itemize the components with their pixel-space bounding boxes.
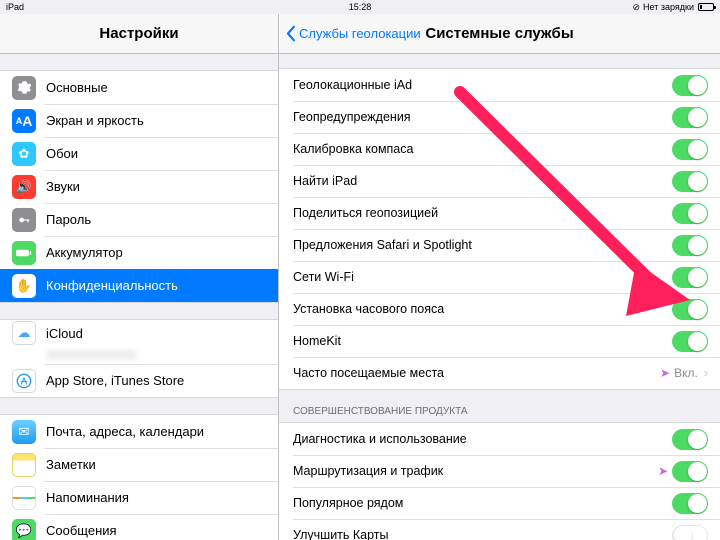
settings-sidebar: Настройки Основные AA Экран и яркость ✿ …	[0, 14, 279, 540]
switch-diagnostics[interactable]	[672, 429, 708, 450]
row-improve-maps[interactable]: Улучшить Карты	[279, 519, 720, 540]
sidebar-scroll[interactable]: Основные AA Экран и яркость ✿ Обои 🔊 Зву…	[0, 54, 278, 540]
sidebar-item-label: App Store, iTunes Store	[46, 373, 266, 388]
gear-icon	[12, 76, 36, 100]
sidebar-item-label: Обои	[46, 146, 266, 161]
sidebar-item-label: Аккумулятор	[46, 245, 266, 260]
sidebar-item-mail[interactable]: ✉ Почта, адреса, календари	[0, 415, 278, 448]
icloud-account-label	[46, 350, 136, 360]
status-bar: iPad 15:28 ⊘ Нет зарядки	[0, 0, 720, 14]
row-geoalerts[interactable]: Геопредупреждения	[279, 101, 720, 133]
sidebar-item-display[interactable]: AA Экран и яркость	[0, 104, 278, 137]
sidebar-item-label: Конфиденциальность	[46, 278, 266, 293]
sidebar-item-label: iCloud	[46, 326, 266, 341]
mail-icon: ✉	[12, 420, 36, 444]
row-findmy[interactable]: Найти iPad	[279, 165, 720, 197]
switch-homekit[interactable]	[672, 331, 708, 352]
sidebar-item-label: Заметки	[46, 457, 266, 472]
hand-icon: ✋	[12, 274, 36, 298]
charge-label: Нет зарядки	[643, 2, 694, 12]
row-routing-traffic[interactable]: Маршрутизация и трафик➤	[279, 455, 720, 487]
device-label: iPad	[6, 2, 24, 12]
sidebar-item-reminders[interactable]: Напоминания	[0, 481, 278, 514]
appstore-icon	[12, 369, 36, 393]
cloud-icon: ☁	[12, 321, 36, 345]
row-sharelocation[interactable]: Поделиться геопозицией	[279, 197, 720, 229]
switch-wifi[interactable]	[672, 267, 708, 288]
section-header-product-improvement: СОВЕРШЕНСТВОВАНИЕ ПРОДУКТА	[279, 390, 720, 422]
sidebar-item-label: Напоминания	[46, 490, 266, 505]
detail-pane: Службы геолокации Системные службы Геоло…	[279, 14, 720, 540]
sidebar-title: Настройки	[99, 25, 178, 42]
switch-routing-traffic[interactable]	[672, 461, 708, 482]
location-arrow-icon: ➤	[658, 464, 668, 478]
sidebar-item-notes[interactable]: Заметки	[0, 448, 278, 481]
switch-safari-spotlight[interactable]	[672, 235, 708, 256]
sidebar-item-appstore[interactable]: App Store, iTunes Store	[0, 364, 278, 397]
sidebar-item-general[interactable]: Основные	[0, 71, 278, 104]
switch-sharelocation[interactable]	[672, 203, 708, 224]
row-iad[interactable]: Геолокационные iAd	[279, 69, 720, 101]
row-safari-spotlight[interactable]: Предложения Safari и Spotlight	[279, 229, 720, 261]
switch-findmy[interactable]	[672, 171, 708, 192]
sidebar-item-privacy[interactable]: ✋ Конфиденциальность	[0, 269, 278, 302]
switch-popular-near[interactable]	[672, 493, 708, 514]
switch-geoalerts[interactable]	[672, 107, 708, 128]
battery-full-icon	[12, 241, 36, 265]
detail-header: Службы геолокации Системные службы	[279, 14, 720, 54]
messages-icon: 💬	[12, 519, 36, 540]
switch-improve-maps[interactable]	[672, 525, 708, 540]
flower-icon: ✿	[12, 142, 36, 166]
sidebar-group-apps: ✉ Почта, адреса, календари Заметки Напом…	[0, 414, 278, 540]
sidebar-item-label: Почта, адреса, календари	[46, 424, 266, 439]
sidebar-item-wallpaper[interactable]: ✿ Обои	[0, 137, 278, 170]
sidebar-item-battery[interactable]: Аккумулятор	[0, 236, 278, 269]
sidebar-group-cloud: ☁ iCloud App Store, iTunes Store	[0, 319, 278, 398]
key-icon	[12, 208, 36, 232]
sidebar-item-label: Экран и яркость	[46, 113, 266, 128]
sidebar-item-sounds[interactable]: 🔊 Звуки	[0, 170, 278, 203]
row-timezone[interactable]: Установка часового пояса	[279, 293, 720, 325]
row-popular-near[interactable]: Популярное рядом	[279, 487, 720, 519]
sidebar-header: Настройки	[0, 14, 278, 54]
system-services-group: Геолокационные iAd Геопредупреждения Кал…	[279, 68, 720, 390]
chevron-left-icon	[285, 25, 296, 42]
chevron-right-icon: ›	[704, 366, 708, 380]
row-compass[interactable]: Калибровка компаса	[279, 133, 720, 165]
clock: 15:28	[349, 2, 372, 12]
row-diagnostics[interactable]: Диагностика и использование	[279, 423, 720, 455]
back-label: Службы геолокации	[299, 26, 421, 41]
location-arrow-icon: ➤	[660, 366, 670, 380]
row-homekit[interactable]: HomeKit	[279, 325, 720, 357]
battery-icon	[698, 3, 714, 11]
sidebar-item-label: Пароль	[46, 212, 266, 227]
notes-icon	[12, 453, 36, 477]
sidebar-item-messages[interactable]: 💬 Сообщения	[0, 514, 278, 540]
sidebar-item-icloud[interactable]: ☁ iCloud	[0, 320, 278, 346]
row-detail-value: Вкл.	[674, 366, 698, 380]
sidebar-item-icloud-sub	[0, 346, 278, 364]
switch-iad[interactable]	[672, 75, 708, 96]
detail-scroll[interactable]: Геолокационные iAd Геопредупреждения Кал…	[279, 54, 720, 540]
letter-a-icon: AA	[12, 109, 36, 133]
sidebar-item-label: Сообщения	[46, 523, 266, 538]
row-frequent-locations[interactable]: Часто посещаемые места ➤ Вкл. ›	[279, 357, 720, 389]
product-improvement-group: Диагностика и использование Маршрутизаци…	[279, 422, 720, 540]
back-button[interactable]: Службы геолокации	[285, 14, 421, 53]
sidebar-item-label: Звуки	[46, 179, 266, 194]
sidebar-item-label: Основные	[46, 80, 266, 95]
row-wifi[interactable]: Сети Wi-Fi	[279, 261, 720, 293]
reminders-icon	[12, 486, 36, 510]
sidebar-item-passcode[interactable]: Пароль	[0, 203, 278, 236]
not-charging-icon: ⊘	[632, 2, 640, 13]
speaker-icon: 🔊	[12, 175, 36, 199]
switch-timezone[interactable]	[672, 299, 708, 320]
switch-compass[interactable]	[672, 139, 708, 160]
sidebar-group-device: Основные AA Экран и яркость ✿ Обои 🔊 Зву…	[0, 70, 278, 303]
